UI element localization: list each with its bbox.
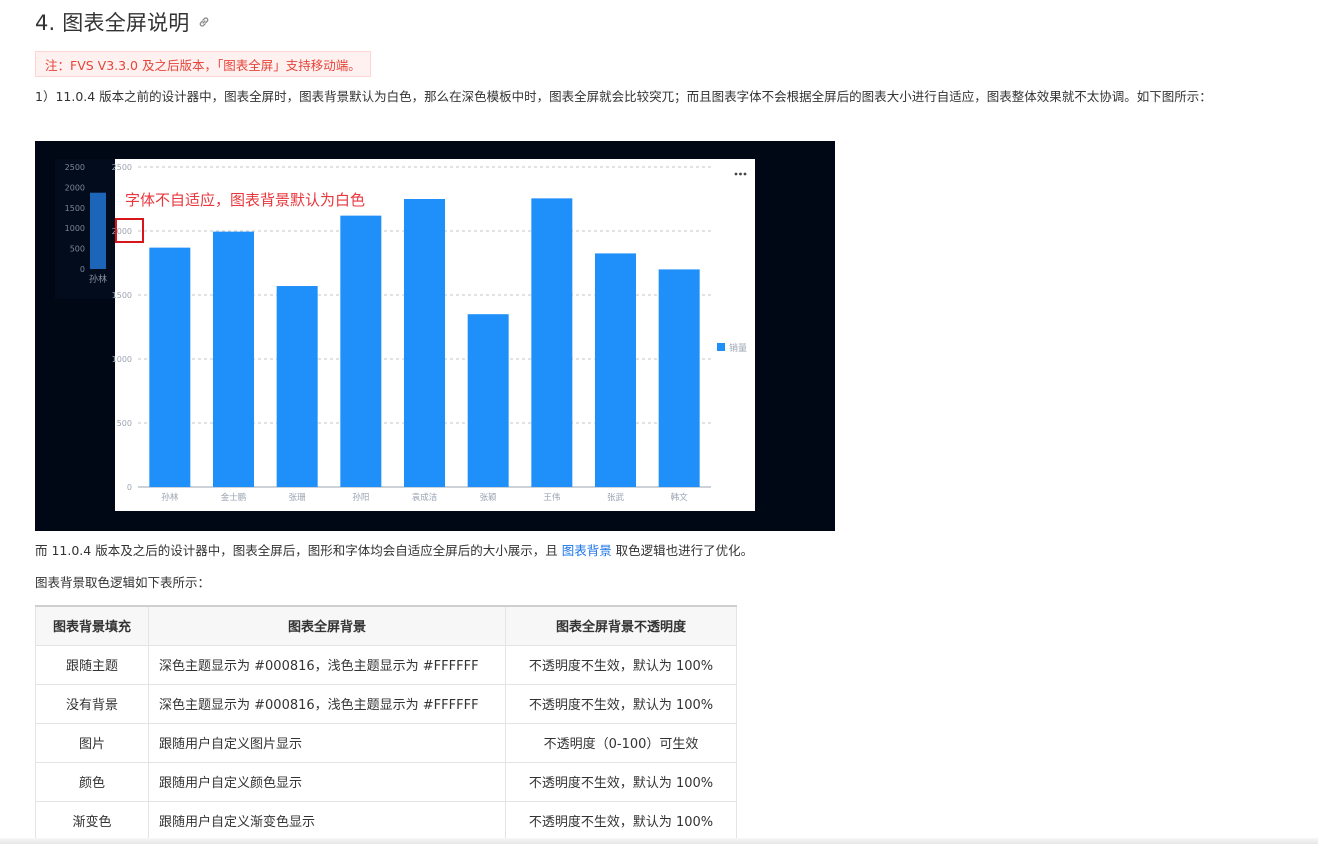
x-tick-label: 张武	[607, 492, 625, 503]
table-cell: 深色主题显示为 #000816，浅色主题显示为 #FFFFFF	[148, 644, 506, 685]
bar	[276, 286, 318, 487]
col-header-background: 图表全屏背景	[148, 605, 506, 646]
x-tick-label: 金士鹏	[221, 492, 247, 503]
table-intro: 图表背景取色逻辑如下表所示：	[35, 575, 211, 590]
small-x-tick-label: 孙林	[89, 273, 107, 285]
x-tick-label: 王伟	[543, 492, 561, 503]
y-tick-label: 2500	[112, 163, 132, 172]
bar	[658, 269, 700, 487]
chart-figure-svg: 0 500 1000 1500 2000 2500 孙林 0 500 1000 1500 2000 2…	[55, 159, 755, 511]
table-cell: 跟随用户自定义渐变色显示	[148, 800, 506, 841]
table-row: 图片 跟随用户自定义图片显示 不透明度（0-100）可生效	[35, 722, 737, 763]
version-notice: 注：FVS V3.3.0 及之后版本，「图表全屏」支持移动端。	[35, 51, 371, 77]
update-text-after: 取色逻辑也进行了优化。	[611, 543, 754, 558]
table-cell: 渐变色	[35, 800, 149, 841]
small-bar	[90, 192, 106, 269]
bar	[531, 198, 573, 488]
table-row: 颜色 跟随用户自定义颜色显示 不透明度不生效，默认为 100%	[35, 761, 737, 802]
update-text-before: 而 11.0.4 版本及之后的设计器中，图表全屏后，图形和字体均会自适应全屏后的…	[35, 543, 562, 558]
x-tick-label: 孙阳	[352, 492, 369, 503]
table-cell: 跟随主题	[35, 644, 149, 685]
y-tick-label: 1500	[112, 291, 132, 300]
section-heading: 4. 图表全屏说明	[35, 7, 210, 37]
col-header-opacity: 图表全屏背景不透明度	[505, 605, 737, 646]
page-bottom-scrollbar	[0, 838, 1318, 844]
chart-screenshot-figure: 0 500 1000 1500 2000 2500 孙林 0 500 1000 1500 2000 2…	[35, 141, 835, 531]
table-cell: 不透明度（0-100）可生效	[505, 722, 737, 763]
bar	[467, 314, 509, 487]
link-icon[interactable]	[198, 16, 210, 28]
small-y-tick-label: 1500	[65, 204, 85, 213]
page-title: 4. 图表全屏说明	[35, 11, 190, 35]
update-paragraph: 而 11.0.4 版本及之后的设计器中，图表全屏后，图形和字体均会自适应全屏后的…	[35, 539, 753, 563]
table-cell: 不透明度不生效，默认为 100%	[505, 800, 737, 841]
table-header-row: 图表背景填充 图表全屏背景 图表全屏背景不透明度	[35, 605, 737, 646]
col-header-fill: 图表背景填充	[35, 605, 149, 646]
small-y-tick-label: 2000	[65, 183, 85, 192]
table-cell: 深色主题显示为 #000816，浅色主题显示为 #FFFFFF	[148, 683, 506, 724]
x-tick-label: 韩文	[671, 492, 689, 503]
background-logic-table: 图表背景填充 图表全屏背景 图表全屏背景不透明度 跟随主题 深色主题显示为 #0…	[35, 605, 737, 841]
table-cell: 没有背景	[35, 683, 149, 724]
more-dots-icon[interactable]	[734, 172, 747, 176]
table-cell: 图片	[35, 722, 149, 763]
bar	[149, 247, 191, 487]
table-cell: 颜色	[35, 761, 149, 802]
table-cell: 不透明度不生效，默认为 100%	[505, 761, 737, 802]
chart-background-link[interactable]: 图表背景	[562, 543, 612, 558]
table-cell: 不透明度不生效，默认为 100%	[505, 683, 737, 724]
bar	[340, 215, 382, 487]
table-row: 跟随主题 深色主题显示为 #000816，浅色主题显示为 #FFFFFF 不透明…	[35, 644, 737, 685]
y-tick-label: 0	[127, 483, 132, 492]
x-tick-label: 袁成洁	[412, 492, 438, 503]
small-y-tick-label: 2500	[65, 163, 85, 172]
figure-annotation: 字体不自适应，图表背景默认为白色	[125, 191, 365, 209]
small-y-tick-label: 1000	[65, 224, 85, 233]
table-cell: 跟随用户自定义图片显示	[148, 722, 506, 763]
table-cell: 不透明度不生效，默认为 100%	[505, 644, 737, 685]
table-row: 渐变色 跟随用户自定义渐变色显示 不透明度不生效，默认为 100%	[35, 800, 737, 841]
table-cell: 跟随用户自定义颜色显示	[148, 761, 506, 802]
intro-paragraph: 1）11.0.4 版本之前的设计器中，图表全屏时，图表背景默认为白色，那么在深色…	[35, 89, 1212, 104]
y-tick-label: 500	[117, 419, 132, 428]
bar	[595, 253, 636, 487]
legend-label: 销量	[729, 342, 747, 354]
y-tick-label: 2000	[112, 227, 132, 236]
small-y-tick-label: 0	[80, 265, 85, 274]
small-y-tick-label: 500	[70, 245, 85, 254]
bar	[404, 199, 445, 487]
table-row: 没有背景 深色主题显示为 #000816，浅色主题显示为 #FFFFFF 不透明…	[35, 683, 737, 724]
x-tick-label: 张珊	[289, 493, 307, 503]
x-tick-label: 孙林	[161, 492, 179, 503]
x-tick-label: 张颖	[480, 492, 498, 503]
legend-swatch	[717, 343, 725, 351]
y-tick-label: 1000	[112, 355, 132, 364]
bar	[213, 231, 254, 487]
